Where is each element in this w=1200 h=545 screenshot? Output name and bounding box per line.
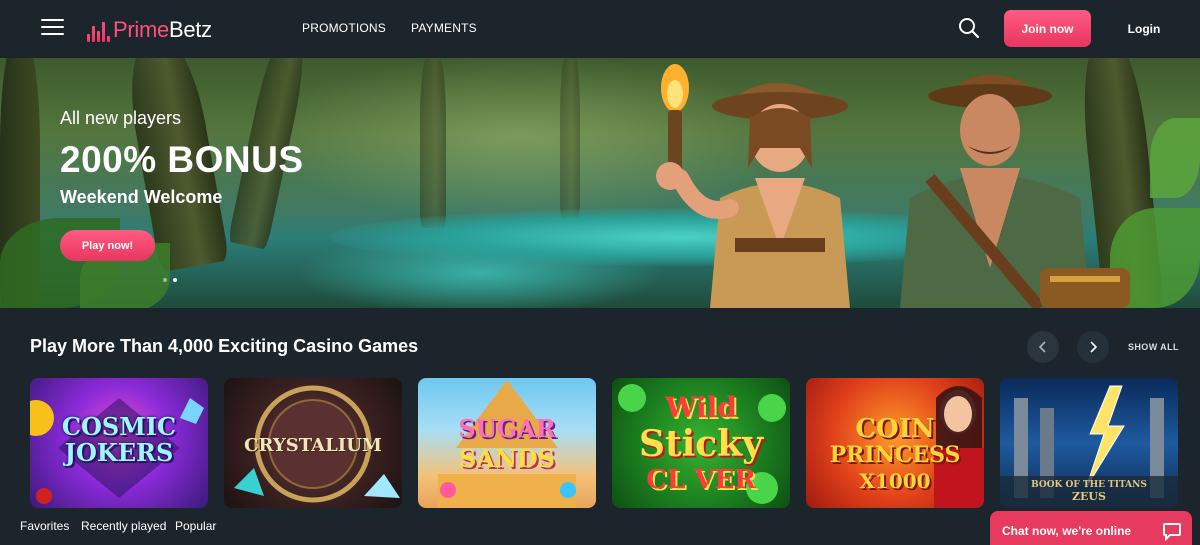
top-header: PrimeBetz PROMOTIONS PAYMENTS Join now L… — [0, 0, 1200, 58]
game-title-line2: ZEUS — [1072, 490, 1106, 503]
game-title-line2: PRINCESS — [829, 442, 961, 468]
play-now-button[interactable]: Play now! — [60, 230, 155, 261]
games-row: COSMIC JOKERS CRYSTALIUM SUGAR SANDS Wil… — [30, 378, 1178, 508]
game-title-line1: Wild — [665, 391, 737, 424]
menu-icon[interactable] — [41, 19, 64, 37]
logo-text: PrimeBetz — [113, 18, 212, 42]
nav-promotions[interactable]: PROMOTIONS — [302, 21, 386, 35]
search-icon[interactable] — [957, 16, 981, 40]
explorer-woman-illustration — [656, 64, 850, 308]
game-card-cosmic-jokers[interactable]: COSMIC JOKERS — [30, 378, 208, 508]
game-card-crystalium[interactable]: CRYSTALIUM — [224, 378, 402, 508]
nav-payments[interactable]: PAYMENTS — [411, 21, 477, 35]
game-title-line1: COIN — [855, 414, 935, 444]
carousel-dot-active[interactable] — [173, 278, 177, 282]
logo-bars-icon — [87, 20, 110, 42]
game-title-line1: COSMIC — [61, 412, 177, 441]
game-card-wild-sticky-clover[interactable]: Wild Sticky CL VER — [612, 378, 790, 508]
game-title-line3: CL VER — [646, 465, 756, 495]
game-title-line2: JOKERS — [64, 438, 174, 467]
login-button[interactable]: Login — [1112, 10, 1176, 47]
carousel-next-button[interactable] — [1077, 331, 1109, 363]
explorer-man-illustration — [900, 74, 1130, 308]
bottom-nav-popular[interactable]: Popular — [175, 519, 216, 533]
chat-bubble-icon — [1163, 523, 1181, 541]
main-nav: PROMOTIONS PAYMENTS — [302, 21, 477, 35]
show-all-link[interactable]: SHOW ALL — [1128, 342, 1179, 352]
game-card-book-of-the-titans-zeus[interactable]: BOOK OF THE TITANS ZEUS — [1000, 378, 1178, 508]
chevron-left-icon — [1038, 341, 1046, 353]
banner-title: 200% BONUS — [60, 139, 304, 180]
chat-label: Chat now, we're online — [1002, 524, 1132, 538]
bottom-nav-recently-played[interactable]: Recently played — [81, 519, 166, 533]
promo-banner[interactable]: All new players 200% BONUS Weekend Welco… — [0, 58, 1200, 308]
game-card-coin-princess[interactable]: COIN PRINCESS X1000 — [806, 378, 984, 508]
game-title-line3: X1000 — [859, 469, 931, 493]
banner-text: All new players 200% BONUS Weekend Welco… — [60, 108, 304, 208]
carousel-dot[interactable] — [163, 278, 167, 282]
game-title-line2: Sticky — [638, 423, 764, 465]
chat-widget-button[interactable]: Chat now, we're online — [990, 511, 1192, 545]
banner-description: Weekend Welcome — [60, 187, 223, 207]
games-section-title: Play More Than 4,000 Exciting Casino Gam… — [30, 336, 419, 356]
bottom-nav-favorites[interactable]: Favorites — [20, 519, 69, 533]
game-title-line1: CRYSTALIUM — [244, 435, 382, 456]
game-title-line2: SANDS — [458, 444, 556, 473]
carousel-prev-button[interactable] — [1027, 331, 1059, 363]
game-card-sugar-sands[interactable]: SUGAR SANDS — [418, 378, 596, 508]
logo-text-betz: Betz — [168, 17, 212, 42]
game-title-line1: SUGAR — [458, 414, 556, 443]
banner-subtitle: All new players — [60, 108, 182, 128]
carousel-dots — [163, 278, 177, 282]
logo[interactable]: PrimeBetz — [87, 16, 212, 42]
join-now-button[interactable]: Join now — [1004, 10, 1091, 47]
logo-text-prime: Prime — [113, 17, 169, 42]
chevron-right-icon — [1090, 341, 1098, 353]
